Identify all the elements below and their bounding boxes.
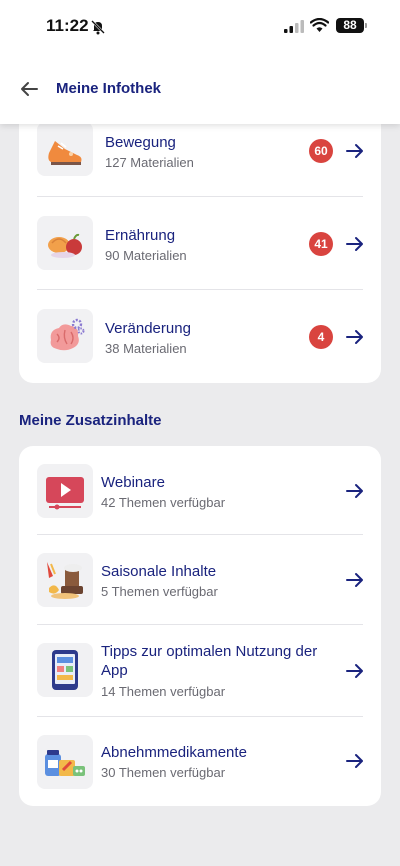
sneaker-icon	[37, 122, 93, 176]
arrow-right-icon	[346, 330, 363, 344]
extras-item-saisonale-inhalte[interactable]: Saisonale Inhalte 5 Themen verfügbar	[19, 535, 381, 624]
arrow-right-icon	[346, 484, 363, 498]
arrow-right-icon	[346, 573, 363, 587]
count-badge: 4	[309, 325, 333, 349]
count-badge: 41	[309, 232, 333, 256]
medication-icon	[37, 735, 93, 789]
item-title: Saisonale Inhalte	[101, 563, 217, 580]
library-item-ernaehrung[interactable]: Ernährung 90 Materialien 41	[19, 197, 381, 289]
video-player-icon	[37, 464, 93, 518]
item-subtitle: 14 Themen verfügbar	[101, 684, 226, 699]
extras-item-webinare[interactable]: Webinare 42 Themen verfügbar	[19, 446, 381, 534]
brain-icon	[37, 309, 93, 363]
arrow-right-icon	[346, 664, 363, 678]
smartphone-icon	[37, 643, 93, 697]
item-title: Bewegung	[105, 134, 176, 151]
item-subtitle: 38 Materialien	[105, 341, 187, 356]
wifi-icon	[310, 18, 329, 32]
status-bar: 11:22 88	[0, 0, 400, 54]
library-item-veraenderung[interactable]: Veränderung 38 Materialien 4	[19, 290, 381, 383]
seasonal-icon	[37, 553, 93, 607]
back-arrow-icon[interactable]	[18, 78, 40, 100]
item-title: Ernährung	[105, 227, 176, 244]
bell-muted-icon	[91, 20, 105, 35]
signal-icon	[284, 20, 304, 33]
item-subtitle: 5 Themen verfügbar	[101, 584, 218, 599]
app-header: 11:22 88 Meine Infothek	[0, 0, 400, 124]
item-subtitle: 30 Themen verfügbar	[101, 765, 226, 780]
section-title: Meine Zusatzinhalte	[19, 412, 162, 429]
item-title: Veränderung	[105, 320, 191, 337]
library-card: Bewegung 127 Materialien 60 Ernährung 90…	[19, 100, 381, 383]
status-time: 11:22	[46, 16, 89, 35]
item-title: Tipps zur optimalen Nutzung der App	[101, 643, 318, 679]
battery-indicator: 88	[336, 18, 367, 33]
item-subtitle: 127 Materialien	[105, 155, 194, 170]
extras-card: Webinare 42 Themen verfügbar Saisonale I…	[19, 446, 381, 806]
item-subtitle: 90 Materialien	[105, 248, 187, 263]
extras-item-abnehmmedikamente[interactable]: Abnehmmedikamente 30 Themen verfügbar	[19, 717, 381, 806]
extras-item-tipps[interactable]: Tipps zur optimalen Nutzung der App 14 T…	[19, 625, 381, 716]
arrow-right-icon	[346, 237, 363, 251]
food-icon	[37, 216, 93, 270]
item-title: Webinare	[101, 474, 165, 491]
count-badge: 60	[309, 139, 333, 163]
page-title: Meine Infothek	[56, 80, 162, 97]
item-title: Abnehmmedikamente	[101, 744, 247, 761]
arrow-right-icon	[346, 144, 363, 158]
arrow-right-icon	[346, 754, 363, 768]
item-subtitle: 42 Themen verfügbar	[101, 495, 226, 510]
